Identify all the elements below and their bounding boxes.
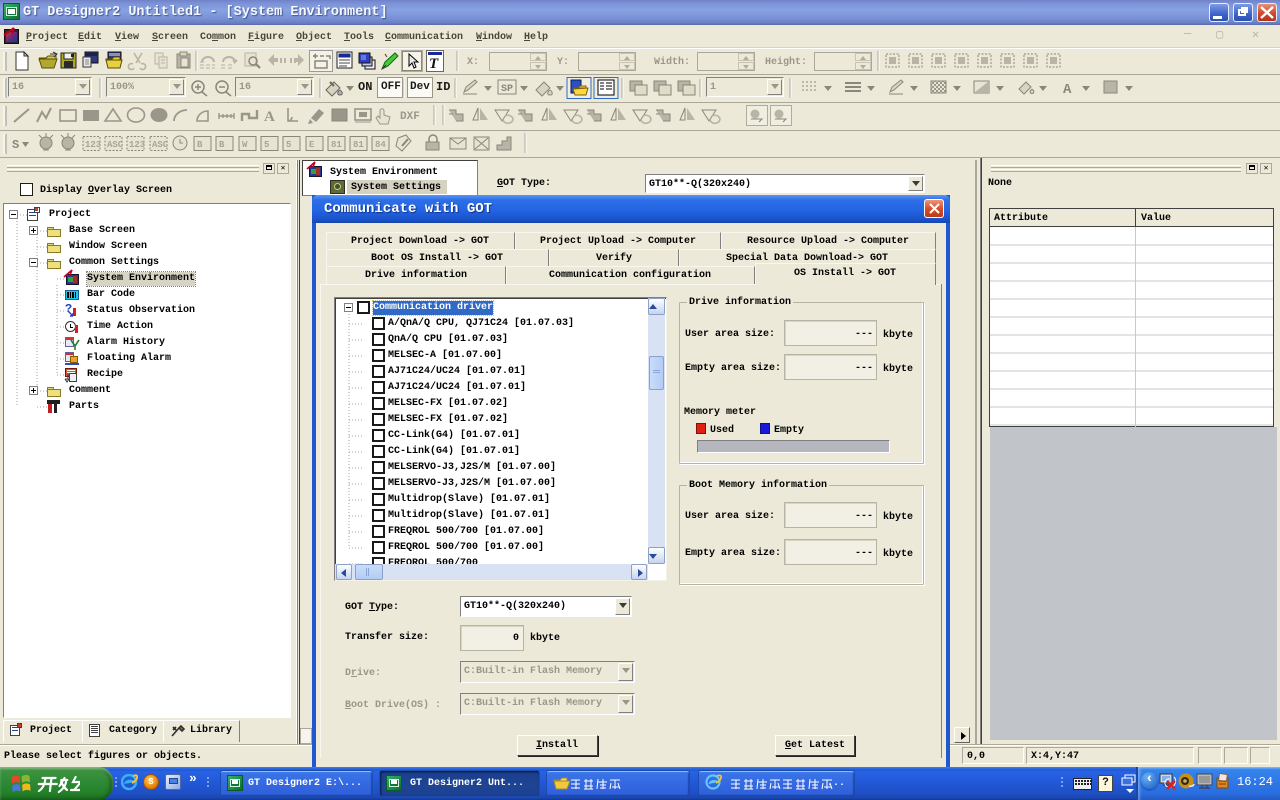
svg-text:A: A xyxy=(264,109,275,125)
svg-text:81: 81 xyxy=(353,140,364,150)
svg-text:A: A xyxy=(1063,82,1072,98)
svg-text:B: B xyxy=(197,140,203,150)
svg-text:123: 123 xyxy=(85,140,101,150)
svg-text:B: B xyxy=(219,140,225,150)
svg-text:ASC: ASC xyxy=(152,140,169,150)
svg-text:5: 5 xyxy=(264,140,269,150)
svg-text:84: 84 xyxy=(375,140,386,150)
svg-text:DXF: DXF xyxy=(400,111,420,123)
svg-text:ASC: ASC xyxy=(107,140,124,150)
svg-text:W: W xyxy=(242,140,248,150)
svg-text:81: 81 xyxy=(331,140,342,150)
svg-text:5: 5 xyxy=(286,140,291,150)
svg-text:E: E xyxy=(309,140,315,150)
svg-text:S: S xyxy=(12,138,19,152)
svg-text:123: 123 xyxy=(129,140,145,150)
